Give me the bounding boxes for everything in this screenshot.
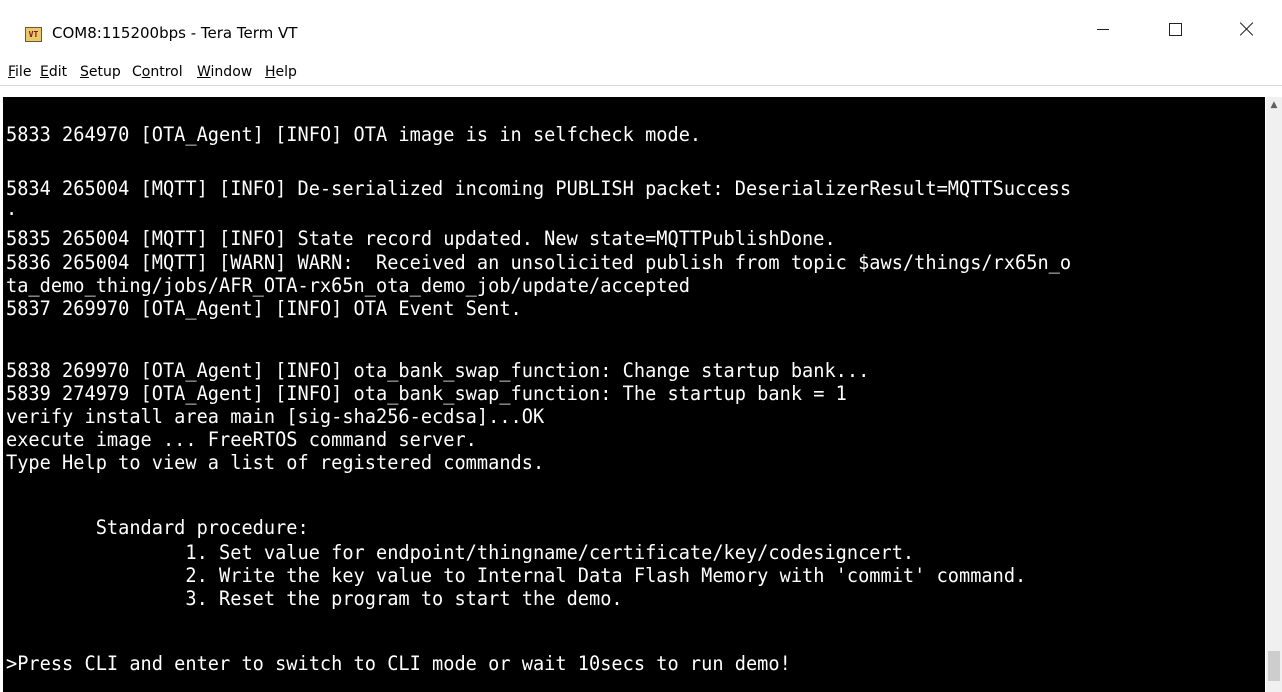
- terminal-line: 3. Reset the program to start the demo.: [6, 587, 623, 610]
- close-button[interactable]: [1212, 0, 1282, 58]
- window-title: COM8:115200bps - Tera Term VT: [52, 24, 298, 42]
- terminal-line: ta_demo_thing/jobs/AFR_OTA-rx65n_ota_dem…: [6, 274, 690, 297]
- terminal-line: Standard procedure:: [6, 516, 309, 539]
- minimize-icon: [1097, 28, 1109, 30]
- terminal-line: 5834 265004 [MQTT] [INFO] De-serialized …: [6, 177, 1072, 200]
- menu-help[interactable]: Help: [265, 64, 297, 80]
- menu-window[interactable]: Window: [197, 64, 252, 80]
- terminal-line: 5833 264970 [OTA_Agent] [INFO] OTA image…: [6, 123, 702, 146]
- terminal-output[interactable]: 5833 264970 [OTA_Agent] [INFO] OTA image…: [3, 97, 1265, 692]
- maximize-button[interactable]: [1140, 0, 1210, 58]
- terminal-line: .: [6, 197, 18, 220]
- terminal-line: 5836 265004 [MQTT] [WARN] WARN: Received…: [6, 251, 1072, 274]
- title-bar: VT COM8:115200bps - Tera Term VT: [0, 0, 1282, 58]
- terminal-line: 2. Write the key value to Internal Data …: [6, 564, 1027, 587]
- close-icon: [1240, 22, 1254, 36]
- terminal-line: execute image ... FreeRTOS command serve…: [6, 428, 477, 451]
- terminal-line: verify install area main [sig-sha256-ecd…: [6, 405, 545, 428]
- maximize-icon: [1168, 22, 1182, 36]
- vertical-scrollbar[interactable]: ▲: [1266, 97, 1282, 692]
- minimize-button[interactable]: [1068, 0, 1138, 58]
- scrollbar-thumb[interactable]: [1268, 651, 1280, 681]
- terminal-line: 5835 265004 [MQTT] [INFO] State record u…: [6, 227, 836, 250]
- teraterm-app-icon[interactable]: VT: [25, 27, 42, 42]
- terminal-line: 1. Set value for endpoint/thingname/cert…: [6, 541, 915, 564]
- scroll-up-arrow-icon[interactable]: ▲: [1266, 97, 1282, 113]
- menu-bar: File Edit Setup Control Window Help: [0, 58, 1282, 86]
- terminal-line: Type Help to view a list of registered c…: [6, 451, 545, 474]
- menu-edit[interactable]: Edit: [40, 64, 67, 80]
- menu-setup[interactable]: Setup: [80, 64, 121, 80]
- terminal-line: 5838 269970 [OTA_Agent] [INFO] ota_bank_…: [6, 359, 870, 382]
- terminal-line: >Press CLI and enter to switch to CLI mo…: [6, 652, 791, 675]
- terminal-line: 5837 269970 [OTA_Agent] [INFO] OTA Event…: [6, 297, 522, 320]
- menu-control[interactable]: Control: [132, 64, 183, 80]
- menu-file[interactable]: File: [8, 64, 31, 80]
- terminal-line: 5839 274979 [OTA_Agent] [INFO] ota_bank_…: [6, 382, 847, 405]
